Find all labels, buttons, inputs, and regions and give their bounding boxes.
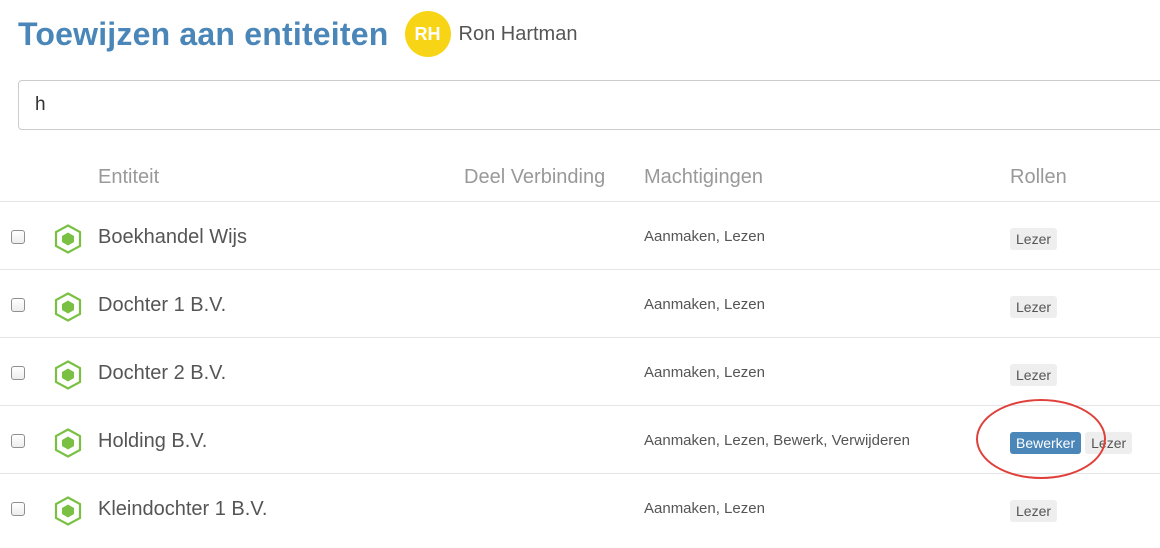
column-header-permissions[interactable]: Machtigingen	[644, 166, 763, 189]
search-input[interactable]	[19, 81, 1160, 129]
hexagon-icon	[54, 292, 82, 322]
page-title: Toewijzen aan entiteiten	[18, 15, 389, 52]
assign-entities-page: Toewijzen aan entiteiten RH Ron Hartman …	[0, 0, 1160, 548]
table-row[interactable]: Dochter 1 B.V. Aanmaken, Lezen Lezer	[0, 270, 1160, 338]
column-header-share-connection[interactable]: Deel Verbinding	[464, 166, 605, 189]
hexagon-icon	[54, 428, 82, 458]
table-header: Entiteit Deel Verbinding Machtigingen Ro…	[0, 152, 1160, 202]
page-header: Toewijzen aan entiteiten RH Ron Hartman	[18, 10, 577, 58]
roles-cell: Lezer	[1010, 228, 1058, 250]
table-row[interactable]: Kleindochter 1 B.V. Aanmaken, Lezen Lezer	[0, 474, 1160, 541]
table-row[interactable]: Holding B.V. Aanmaken, Lezen, Bewerk, Ver…	[0, 406, 1160, 474]
search-box[interactable]	[18, 80, 1160, 130]
role-badge[interactable]: Lezer	[1010, 296, 1058, 318]
entity-name: Dochter 1 B.V.	[98, 294, 227, 316]
entities-table: Entiteit Deel Verbinding Machtigingen Ro…	[0, 152, 1160, 541]
entity-name: Boekhandel Wijs	[98, 226, 247, 248]
hexagon-icon	[54, 496, 82, 526]
column-header-entity[interactable]: Entiteit	[98, 166, 159, 189]
roles-cell: Bewerker Lezer	[1010, 432, 1133, 454]
roles-cell: Lezer	[1010, 364, 1058, 386]
permissions-text: Aanmaken, Lezen, Bewerk, Verwijderen	[644, 432, 910, 449]
avatar[interactable]: RH	[404, 11, 451, 57]
table-row[interactable]: Dochter 2 B.V. Aanmaken, Lezen Lezer	[0, 338, 1160, 406]
role-badge[interactable]: Lezer	[1010, 364, 1058, 386]
table-body: Boekhandel Wijs Aanmaken, Lezen Lezer Docht…	[0, 202, 1160, 541]
roles-cell: Lezer	[1010, 500, 1058, 522]
hexagon-icon	[54, 360, 82, 390]
row-checkbox[interactable]	[11, 230, 25, 244]
row-checkbox[interactable]	[11, 434, 25, 448]
role-badge[interactable]: Bewerker	[1010, 432, 1082, 454]
row-checkbox[interactable]	[11, 298, 25, 312]
roles-cell: Lezer	[1010, 296, 1058, 318]
permissions-text: Aanmaken, Lezen	[644, 296, 765, 313]
user-name: Ron Hartman	[458, 22, 578, 45]
row-checkbox[interactable]	[11, 366, 25, 380]
table-row[interactable]: Boekhandel Wijs Aanmaken, Lezen Lezer	[0, 202, 1160, 270]
role-badge[interactable]: Lezer	[1010, 228, 1058, 250]
permissions-text: Aanmaken, Lezen	[644, 500, 765, 517]
permissions-text: Aanmaken, Lezen	[644, 228, 765, 245]
column-header-roles[interactable]: Rollen	[1010, 166, 1067, 189]
hexagon-icon	[54, 224, 82, 254]
role-badge[interactable]: Lezer	[1010, 500, 1058, 522]
entity-name: Dochter 2 B.V.	[98, 362, 227, 384]
entity-name: Holding B.V.	[98, 430, 208, 452]
permissions-text: Aanmaken, Lezen	[644, 364, 765, 381]
row-checkbox[interactable]	[11, 502, 25, 516]
entity-name: Kleindochter 1 B.V.	[98, 498, 268, 520]
role-badge[interactable]: Lezer	[1085, 432, 1133, 454]
